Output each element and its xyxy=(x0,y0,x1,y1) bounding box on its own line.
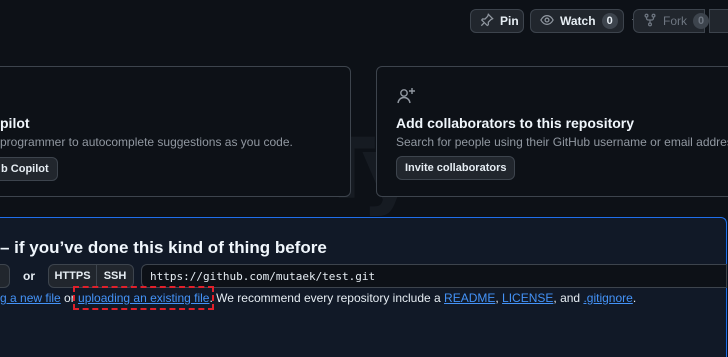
watch-label: Watch xyxy=(560,14,596,28)
upload-existing-file-link[interactable]: uploading an existing file xyxy=(78,291,209,305)
fork-count: 0 xyxy=(693,13,709,29)
license-link[interactable]: LICENSE xyxy=(502,291,553,305)
watch-count: 0 xyxy=(601,13,618,29)
fork-dropdown-button[interactable] xyxy=(709,9,728,33)
readme-link[interactable]: README xyxy=(444,291,495,305)
quick-setup-title: – if you’ve done this kind of thing befo… xyxy=(0,238,327,257)
person-add-icon xyxy=(396,86,416,111)
or-label: or xyxy=(23,269,35,283)
invite-collaborators-button[interactable]: Invite collaborators xyxy=(396,156,516,180)
copilot-card-title: pilot xyxy=(0,115,30,131)
gitignore-link[interactable]: .gitignore xyxy=(583,291,632,305)
copilot-card-description: programmer to autocomplete suggestions a… xyxy=(0,135,293,149)
create-new-file-link[interactable]: g a new file xyxy=(0,291,61,305)
pin-label: Pin xyxy=(500,14,519,28)
fork-label: Fork xyxy=(663,14,687,28)
pin-button[interactable]: Pin xyxy=(470,9,524,33)
end-text: . xyxy=(632,291,637,305)
recommend-text: . We recommend every repository include … xyxy=(209,291,445,305)
eye-icon xyxy=(540,13,554,30)
fork-button[interactable]: Fork 0 xyxy=(633,9,709,33)
ssh-tab[interactable]: SSH xyxy=(96,264,134,288)
setup-help-text: g a new file or uploading an existing fi… xyxy=(0,291,636,305)
pin-icon xyxy=(480,12,494,30)
collaborators-description: Search for people using their GitHub use… xyxy=(396,135,728,149)
previous-button-cutoff[interactable] xyxy=(0,264,10,288)
https-tab[interactable]: HTTPS xyxy=(48,264,97,288)
watch-button[interactable]: Watch 0 xyxy=(530,9,640,33)
collaborators-title: Add collaborators to this repository xyxy=(396,115,635,131)
clone-url-input[interactable]: https://github.com/mutaek/test.git xyxy=(141,264,727,288)
copilot-button[interactable]: b Copilot xyxy=(0,157,58,181)
upload-highlight: uploading an existing file xyxy=(78,291,209,305)
fork-icon xyxy=(643,13,657,30)
and-text: , and xyxy=(553,291,584,305)
